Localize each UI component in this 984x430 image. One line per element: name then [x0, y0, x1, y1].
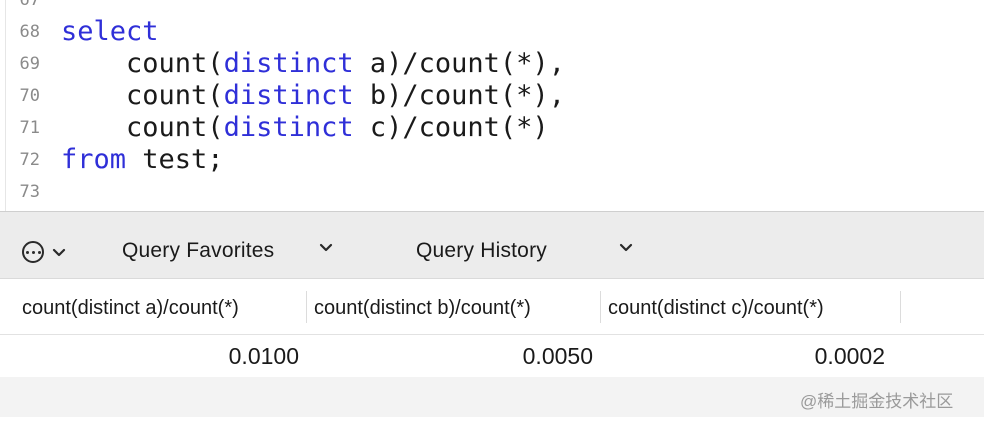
- query-history-label: Query History: [416, 239, 547, 262]
- column-header[interactable]: count(distinct c)/count(*): [608, 279, 824, 334]
- sql-keyword: from: [61, 144, 127, 175]
- code-line[interactable]: count(distinct c)/count(*): [61, 112, 549, 144]
- chevron-down-icon: [619, 243, 633, 252]
- code-text: c)/count(*): [353, 112, 549, 143]
- table-row[interactable]: 0.0100 0.0050 0.0002: [0, 335, 984, 377]
- query-history-menu[interactable]: Query History: [416, 236, 638, 266]
- line-number: 68: [19, 22, 40, 42]
- code-line[interactable]: count(distinct b)/count(*),: [61, 80, 565, 112]
- column-header[interactable]: count(distinct a)/count(*): [22, 279, 239, 334]
- code-text: count(: [126, 80, 224, 111]
- code-text: test;: [126, 144, 224, 175]
- sql-keyword: distinct: [223, 80, 354, 111]
- code-text: count(: [126, 48, 224, 79]
- line-number: 69: [19, 54, 40, 74]
- watermark-text: @稀土掘金技术社区: [800, 392, 954, 411]
- watermark: @稀土掘金技术社区: [800, 391, 953, 413]
- code-line[interactable]: from test;: [61, 144, 224, 176]
- query-toolbar: Query Favorites Query History: [0, 212, 984, 279]
- code-text: b)/count(*),: [353, 80, 565, 111]
- line-number: 67: [19, 0, 40, 10]
- table-header-row: count(distinct a)/count(*) count(distinc…: [0, 279, 984, 335]
- chevron-down-icon: [319, 243, 333, 252]
- query-favorites-label: Query Favorites: [122, 239, 275, 262]
- sql-keyword: distinct: [223, 48, 354, 79]
- table-cell[interactable]: 0.0050: [394, 335, 593, 377]
- line-number: 70: [19, 86, 40, 106]
- column-resize-handle[interactable]: [900, 291, 901, 323]
- column-resize-handle[interactable]: [306, 291, 307, 323]
- line-number: 71: [19, 118, 40, 138]
- line-number: 73: [19, 182, 40, 202]
- chevron-down-icon: [52, 248, 66, 256]
- code-line[interactable]: select: [61, 16, 159, 48]
- code-text: count(: [126, 112, 224, 143]
- line-number: 72: [19, 150, 40, 170]
- sql-keyword: select: [61, 16, 159, 47]
- code-line[interactable]: count(distinct a)/count(*),: [61, 48, 565, 80]
- table-cell[interactable]: 0.0002: [686, 335, 885, 377]
- ellipsis-circle-icon: [22, 241, 44, 263]
- query-favorites-menu[interactable]: Query Favorites: [122, 236, 342, 266]
- results-table: count(distinct a)/count(*) count(distinc…: [0, 279, 984, 430]
- table-cell[interactable]: 0.0100: [100, 335, 299, 377]
- sql-editor[interactable]: 67 68 69 70 71 72 73 select count(distin…: [0, 0, 984, 212]
- more-options-button[interactable]: [22, 238, 78, 266]
- code-text: a)/count(*),: [353, 48, 565, 79]
- column-resize-handle[interactable]: [600, 291, 601, 323]
- column-header[interactable]: count(distinct b)/count(*): [314, 279, 531, 334]
- line-number-gutter: 67 68 69 70 71 72 73: [0, 0, 46, 212]
- sql-keyword: distinct: [223, 112, 354, 143]
